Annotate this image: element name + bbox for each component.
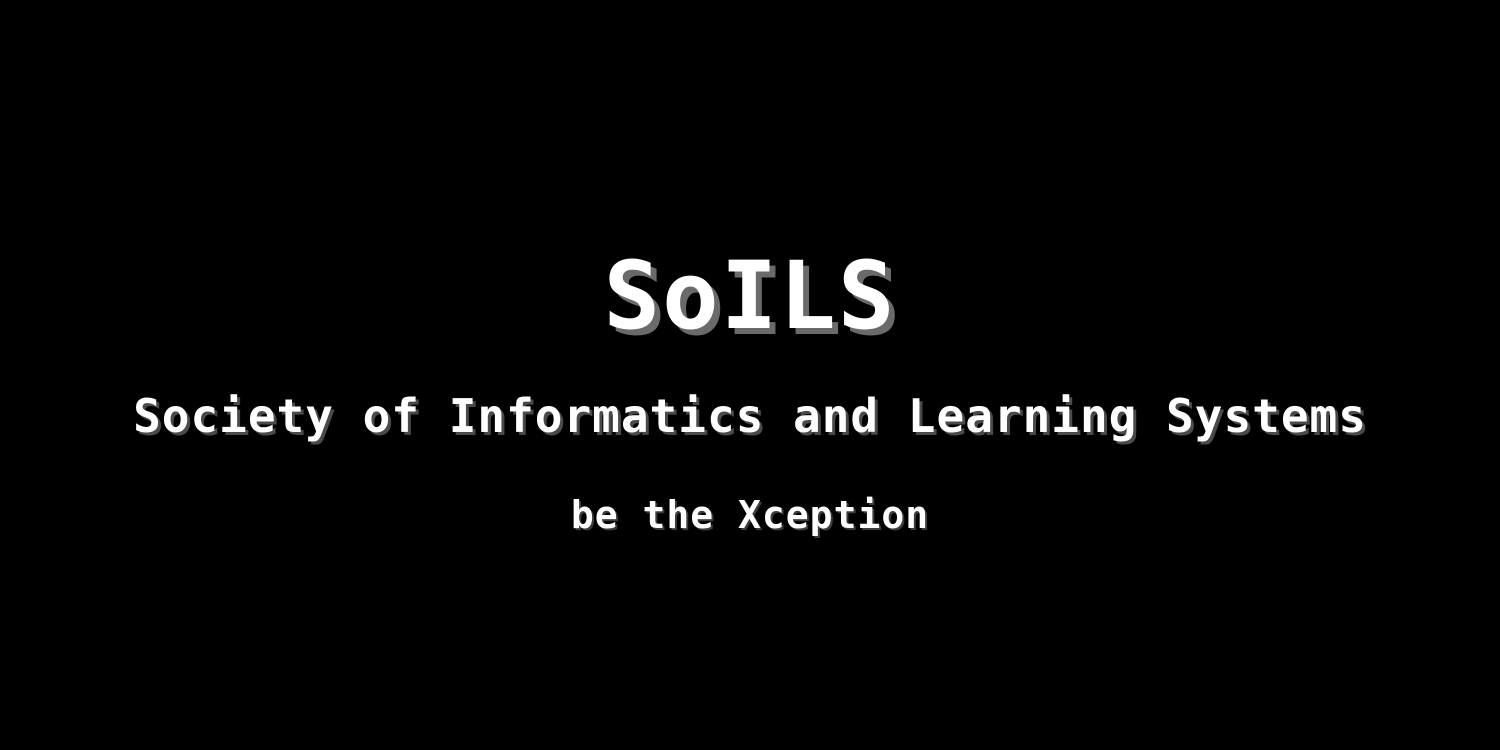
tagline: be the Xception [570, 493, 930, 537]
organization-name: Society of Informatics and Learning Syst… [133, 389, 1367, 443]
logo-title: SoILS [603, 242, 897, 351]
splash-screen: SoILS Society of Informatics and Learnin… [0, 0, 1500, 750]
